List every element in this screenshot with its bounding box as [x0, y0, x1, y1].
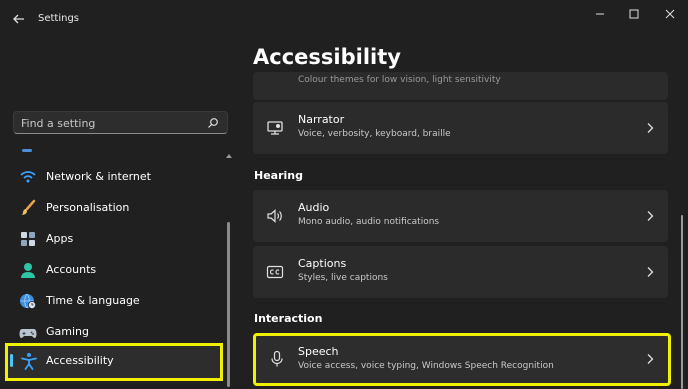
wifi-icon	[20, 171, 36, 183]
sidebar-item-label: Network & internet	[46, 170, 151, 183]
chevron-right-icon	[647, 267, 654, 277]
section-interaction: Interaction	[254, 312, 323, 325]
search-box[interactable]	[13, 111, 228, 134]
speech-card[interactable]: Speech Voice access, voice typing, Windo…	[253, 333, 671, 386]
speaker-icon	[267, 209, 282, 223]
chevron-right-icon	[647, 354, 654, 364]
sidebar-item-label: Accessibility	[46, 354, 114, 367]
search-input[interactable]	[21, 115, 201, 131]
person-icon	[21, 263, 35, 278]
card-description: Mono audio, audio notifications	[298, 217, 440, 227]
card-description: Voice, verbosity, keyboard, braille	[298, 129, 451, 139]
narrator-card[interactable]: Narrator Voice, verbosity, keyboard, bra…	[253, 102, 668, 154]
card-title: Narrator	[298, 113, 345, 126]
chevron-right-icon	[647, 123, 654, 133]
partial-nav-icon	[22, 149, 32, 152]
minimize-icon[interactable]	[589, 6, 611, 22]
globe-clock-icon	[20, 293, 36, 309]
section-hearing: Hearing	[254, 169, 303, 182]
close-icon[interactable]	[659, 6, 681, 22]
sidebar-item-label: Accounts	[46, 263, 97, 276]
partial-card[interactable]: Colour themes for low vision, light sens…	[253, 72, 668, 100]
search-icon[interactable]	[207, 117, 219, 129]
sidebar-item-network[interactable]: Network & internet	[5, 160, 223, 194]
sidebar-item-personalisation[interactable]: Personalisation	[5, 191, 223, 225]
audio-card[interactable]: Audio Mono audio, audio notifications	[253, 190, 668, 242]
maximize-icon[interactable]	[623, 6, 645, 22]
sidebar-item-label: Apps	[46, 232, 74, 245]
scroll-thumb[interactable]	[227, 222, 230, 387]
chevron-right-icon	[647, 211, 654, 221]
captions-icon	[266, 265, 284, 279]
sidebar-item-label: Gaming	[46, 325, 89, 338]
partial-card-description: Colour themes for low vision, light sens…	[298, 75, 501, 85]
accessibility-icon	[21, 353, 37, 370]
card-title: Audio	[298, 201, 330, 214]
scroll-up-arrow-icon[interactable]	[225, 152, 233, 160]
microphone-icon	[271, 350, 283, 367]
sidebar-item-apps[interactable]: Apps	[5, 222, 223, 256]
sidebar-item-accounts[interactable]: Accounts	[5, 253, 223, 287]
card-title: Speech	[298, 345, 339, 358]
card-description: Voice access, voice typing, Windows Spee…	[298, 361, 554, 371]
captions-card[interactable]: Captions Styles, live captions	[253, 246, 668, 298]
gamepad-icon	[19, 329, 37, 338]
app-title: Settings	[38, 13, 80, 24]
title-bar: Settings	[0, 0, 688, 40]
sidebar-item-label: Personalisation	[46, 201, 130, 214]
brush-icon	[21, 199, 36, 215]
sidebar-item-label: Time & language	[46, 294, 140, 307]
main-scrollbar[interactable]	[681, 215, 683, 389]
sidebar-item-time-language[interactable]: Time & language	[5, 284, 223, 318]
apps-icon	[21, 232, 35, 246]
sidebar-item-accessibility[interactable]: Accessibility	[5, 343, 223, 381]
selected-indicator	[10, 354, 13, 367]
card-title: Captions	[298, 257, 347, 270]
page-title: Accessibility	[253, 45, 401, 69]
sidebar-scrollbar[interactable]	[225, 150, 233, 389]
narrator-icon	[267, 121, 283, 135]
back-arrow-icon[interactable]	[10, 10, 28, 28]
card-description: Styles, live captions	[298, 273, 388, 283]
